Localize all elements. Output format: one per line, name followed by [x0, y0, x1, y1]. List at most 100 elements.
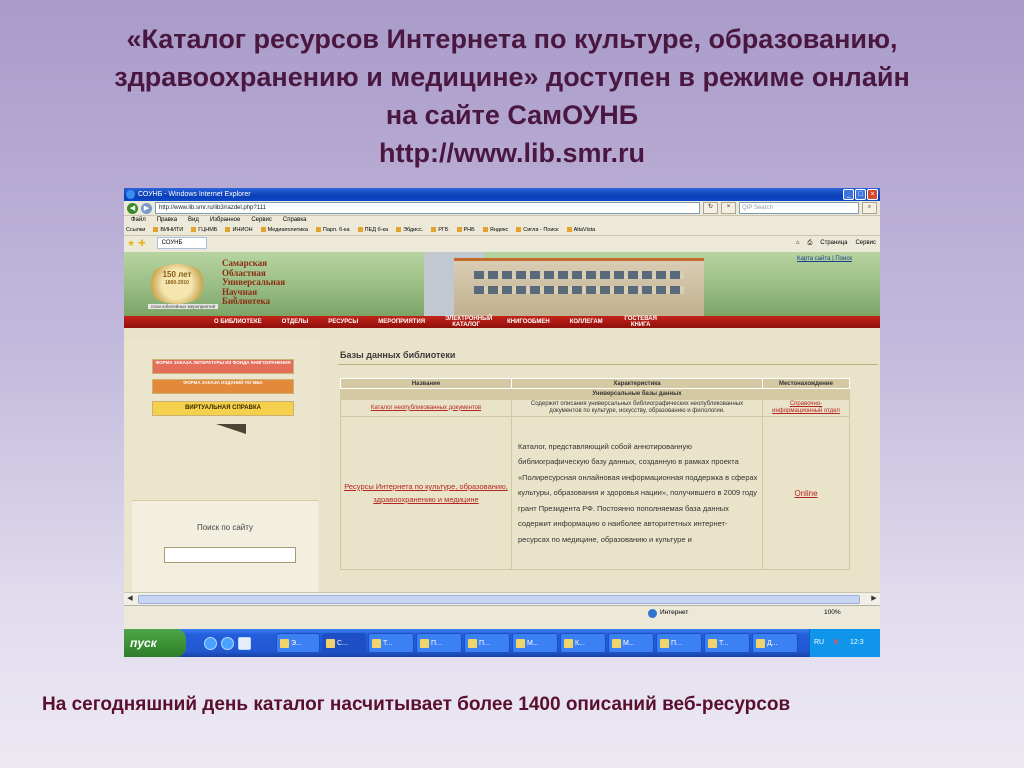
link-item[interactable]: AltaVista — [567, 225, 596, 235]
column-header: Местонахождение — [762, 378, 850, 389]
taskbar-item[interactable]: М... — [608, 633, 654, 653]
link-item[interactable]: РГБ — [431, 225, 448, 235]
scroll-right-icon[interactable]: ▶ — [869, 594, 879, 603]
word-quicklaunch-icon[interactable] — [238, 637, 251, 650]
print-icon[interactable]: ⎙ — [807, 238, 812, 248]
link-item[interactable]: ИНИОН — [225, 225, 252, 235]
link-item[interactable]: Парл. б-ка — [316, 225, 350, 235]
nav-bookexchange[interactable]: КНИГООБМЕН — [497, 316, 560, 328]
refresh-icon[interactable]: ↻ — [703, 202, 718, 214]
site-search-input[interactable] — [164, 547, 296, 563]
menu-favorites[interactable]: Избранное — [210, 216, 240, 225]
link-item[interactable]: Сигла - Поиск — [516, 225, 558, 235]
library-name[interactable]: Самарская Областная Универсальная Научна… — [222, 258, 285, 307]
db-name-link[interactable]: Каталог неопубликованных документов — [371, 405, 481, 411]
link-item[interactable]: ВИНИТИ — [153, 225, 183, 235]
tab-bar: ★ ✚ СОУНБ ⌂ ⎙ Страница Сервис — [124, 236, 880, 250]
close-button[interactable]: × — [867, 189, 878, 200]
forward-icon[interactable]: ▶ — [141, 202, 152, 214]
taskbar-item[interactable]: Т... — [704, 633, 750, 653]
order-ill-button[interactable]: ФОРМА ЗАКАЗА ИЗДАНИЙ ПО МБА — [152, 379, 294, 394]
table-row: Каталог неопубликованных документов Соде… — [340, 399, 850, 417]
kaspersky-icon[interactable]: K — [834, 629, 839, 657]
db-description: Содержит описания универсальных библиогр… — [511, 399, 763, 417]
ie2-quicklaunch-icon[interactable] — [221, 637, 234, 650]
scroll-left-icon[interactable]: ◀ — [125, 594, 135, 603]
language-indicator[interactable]: RU — [814, 629, 824, 657]
address-bar[interactable]: http://www.lib.smr.ru/lib3/razdel.php?11… — [155, 202, 700, 214]
site-search-panel: Поиск по сайту — [132, 500, 318, 592]
menu-tools[interactable]: Сервис — [251, 216, 272, 225]
anniversary-years: 1860-2010 — [165, 280, 189, 286]
page-title: Базы данных библиотеки — [340, 350, 456, 360]
search-input[interactable]: QIP Search — [739, 202, 859, 214]
taskbar-item[interactable]: П... — [656, 633, 702, 653]
menu-file[interactable]: Файл — [131, 216, 146, 225]
db-location-link[interactable]: Справочно-информационный отдел — [772, 401, 840, 414]
address-toolbar: ◀ ▶ http://www.lib.smr.ru/lib3/razdel.ph… — [124, 201, 880, 216]
start-button[interactable]: пуск — [124, 629, 186, 657]
favorites-star-icon[interactable]: ★ — [127, 238, 135, 249]
link-item[interactable]: Яндекс — [483, 225, 509, 235]
scroll-thumb[interactable] — [138, 595, 860, 604]
link-item[interactable]: ГЦНМБ — [191, 225, 217, 235]
clock[interactable]: 12:3 — [850, 629, 864, 657]
link-item[interactable]: РНБ — [457, 225, 475, 235]
taskbar-item[interactable]: Д... — [752, 633, 798, 653]
db-description: Каталог, представляющий собой аннотирова… — [511, 416, 763, 570]
ie-quicklaunch-icon[interactable] — [204, 637, 217, 650]
nav-departments[interactable]: ОТДЕЛЫ — [272, 316, 319, 328]
stop-icon[interactable]: × — [721, 202, 736, 214]
site-nav: О БИБЛИОТЕКЕ ОТДЕЛЫ РЕСУРСЫ МЕРОПРИЯТИЯ … — [124, 316, 880, 328]
slide-title-url: http://www.lib.smr.ru — [378, 138, 645, 168]
db-name-link[interactable]: Ресурсы Интернета по культуре, образован… — [344, 482, 508, 504]
tools-menu[interactable]: Сервис — [855, 238, 876, 248]
taskbar-item[interactable]: П... — [464, 633, 510, 653]
back-icon[interactable]: ◀ — [127, 202, 138, 214]
sitemap-search-link[interactable]: Карта сайта | Поиск — [797, 256, 852, 262]
taskbar-item[interactable]: К... — [560, 633, 606, 653]
ie-logo-icon — [126, 190, 135, 199]
maximize-button[interactable]: □ — [855, 189, 866, 200]
link-item[interactable]: Эбдисс. — [396, 225, 423, 235]
taskbar-item[interactable]: Э... — [276, 633, 320, 653]
slide-caption: На сегодняшний день каталог насчитывает … — [42, 694, 791, 715]
system-tray: RU K 12:3 — [809, 629, 880, 657]
home-icon[interactable]: ⌂ — [796, 238, 800, 248]
nav-resources[interactable]: РЕСУРСЫ — [318, 316, 368, 328]
virtual-reference-button[interactable]: ВИРТУАЛЬНАЯ СПРАВКА — [152, 401, 294, 416]
link-item[interactable]: ПЕД б-ка — [358, 225, 388, 235]
menu-help[interactable]: Справка — [283, 216, 307, 225]
column-header: Характеристика — [511, 378, 763, 389]
taskbar-item[interactable]: С... — [322, 633, 366, 653]
horizontal-scrollbar[interactable]: ◀ ▶ — [124, 592, 880, 605]
taskbar-item[interactable]: Т... — [368, 633, 414, 653]
tab-sounb[interactable]: СОУНБ — [156, 237, 208, 249]
db-location-link[interactable]: Online — [794, 489, 817, 498]
nav-about[interactable]: О БИБЛИОТЕКЕ — [204, 316, 272, 328]
security-zone: Интернет — [646, 606, 688, 620]
add-favorite-icon[interactable]: ✚ — [138, 238, 146, 249]
nav-guestbook[interactable]: ГОСТЕВАЯ КНИГА — [613, 316, 669, 328]
nav-colleagues[interactable]: КОЛЛЕГАМ — [560, 316, 613, 328]
column-header: Название — [340, 378, 512, 389]
menu-edit[interactable]: Правка — [157, 216, 177, 225]
order-literature-button[interactable]: ФОРМА ЗАКАЗА ЛИТЕРАТУРЫ ИЗ ФОНДА КНИГОХР… — [152, 359, 294, 374]
databases-table: Название Характеристика Местонахождение … — [340, 378, 850, 570]
link-item[interactable]: Медиаполитика — [261, 225, 308, 235]
anniversary-plan-link[interactable]: план юбилейных мероприятий — [148, 304, 219, 309]
divider — [338, 364, 878, 365]
search-icon[interactable]: ⌕ — [862, 202, 877, 214]
taskbar-item[interactable]: М... — [512, 633, 558, 653]
page-viewport: 150 лет 1860-2010 Самарская Областная Ун… — [124, 252, 880, 592]
nav-ecatalog[interactable]: ЭЛЕКТРОННЫЙ КАТАЛОГ — [435, 316, 497, 328]
minimize-button[interactable]: _ — [843, 189, 854, 200]
left-sidebar: ФОРМА ЗАКАЗА ЛИТЕРАТУРЫ ИЗ ФОНДА КНИГОХР… — [124, 340, 320, 592]
links-bar: Ссылки ВИНИТИ ГЦНМБ ИНИОН Медиаполитика … — [124, 225, 880, 236]
windows-taskbar: пуск Э... С... Т... П... П... М... К... … — [124, 629, 880, 657]
menu-view[interactable]: Вид — [188, 216, 199, 225]
page-menu[interactable]: Страница — [820, 238, 847, 248]
taskbar-item[interactable]: П... — [416, 633, 462, 653]
nav-events[interactable]: МЕРОПРИЯТИЯ — [368, 316, 435, 328]
zoom-level[interactable]: 100% — [824, 606, 841, 620]
